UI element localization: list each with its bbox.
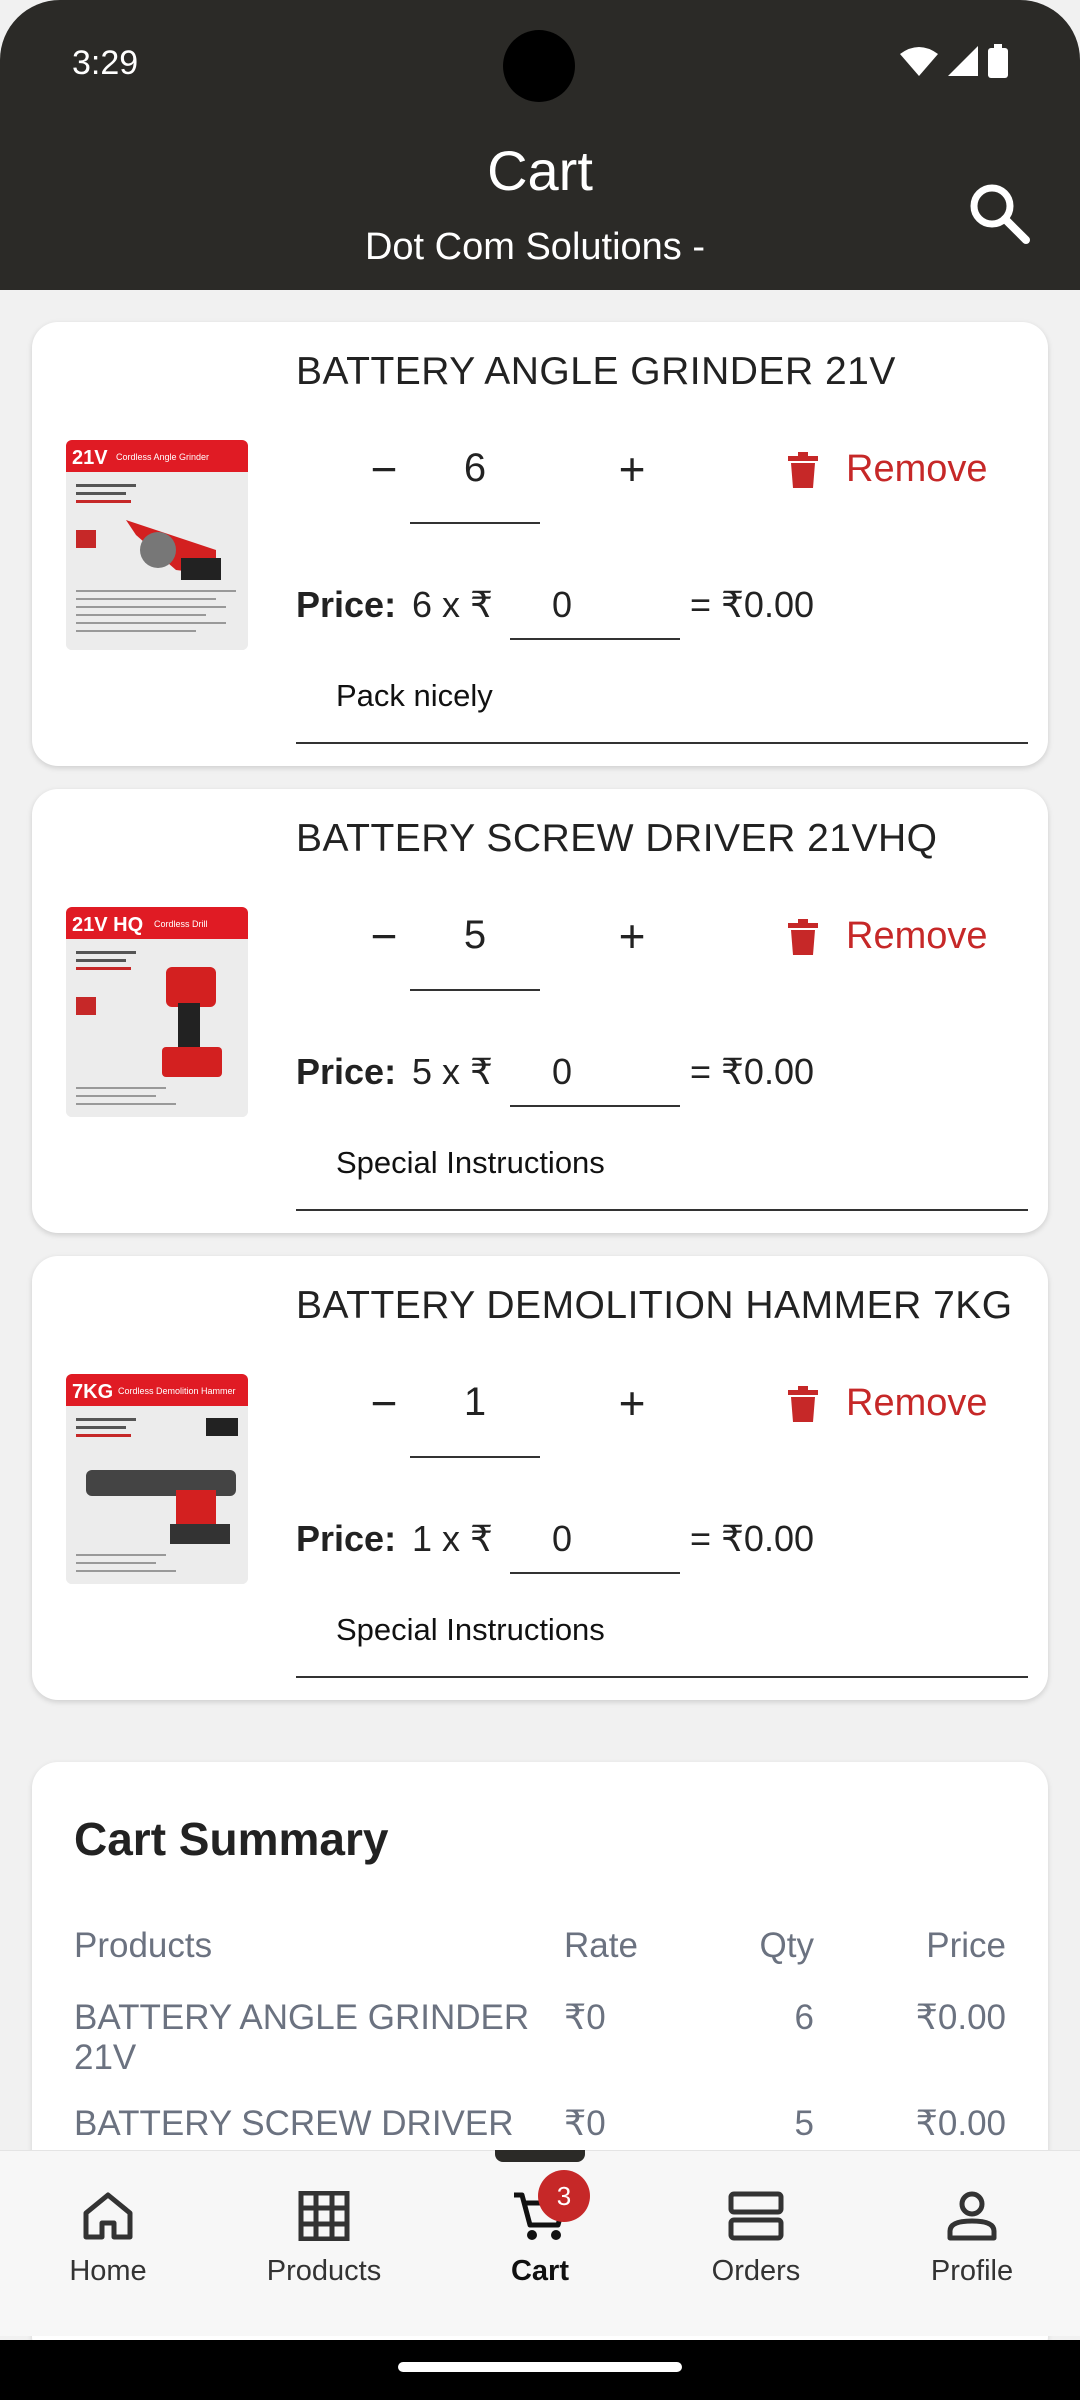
- nav-orders-label: Orders: [711, 2255, 801, 2287]
- price-field[interactable]: 0: [510, 584, 680, 626]
- decrease-qty-button[interactable]: −: [354, 909, 414, 963]
- quantity-field[interactable]: 1: [410, 1380, 540, 1425]
- product-image-caption: Cordless Angle Grinder: [116, 452, 209, 462]
- header-rate: Rate: [564, 1926, 638, 1965]
- trash-icon: [788, 451, 818, 488]
- summary-rate: ₹0: [564, 2104, 606, 2143]
- bottom-navigation: Home Products Cart Orders Profile: [0, 2150, 1080, 2336]
- product-image-badge: 21V HQ: [72, 914, 143, 936]
- instructions-underline: [296, 742, 1028, 744]
- summary-product: BATTERY ANGLE GRINDER 21V: [74, 1998, 530, 2077]
- product-image[interactable]: 7KG Cordless Demolition Hammer: [66, 1374, 248, 1584]
- product-name: BATTERY SCREW DRIVER 21VHQ: [296, 817, 938, 860]
- header-qty: Qty: [759, 1926, 814, 1965]
- trash-icon: [788, 918, 818, 955]
- quantity-underline: [410, 522, 540, 524]
- increase-qty-button[interactable]: +: [602, 442, 662, 496]
- product-image[interactable]: 21V Cordless Angle Grinder: [66, 440, 248, 650]
- summary-price: ₹0.00: [915, 1998, 1006, 2037]
- quantity-underline: [410, 1456, 540, 1458]
- person-icon: [947, 2191, 997, 2241]
- cart-screen: 3:29 Cart Dot Com Solutions - 21V Cordle…: [0, 0, 1080, 2340]
- instructions-field[interactable]: Pack nicely: [336, 678, 493, 714]
- quantity-field[interactable]: 5: [410, 913, 540, 958]
- increase-qty-button[interactable]: +: [602, 1376, 662, 1430]
- cart-item-card: 7KG Cordless Demolition Hammer BATTERY D…: [32, 1256, 1048, 1700]
- instructions-field[interactable]: Special Instructions: [336, 1612, 605, 1648]
- quantity-field[interactable]: 6: [410, 446, 540, 491]
- increase-qty-button[interactable]: +: [602, 909, 662, 963]
- price-multiplier: 1 x ₹: [412, 1518, 493, 1559]
- price-field[interactable]: 0: [510, 1051, 680, 1093]
- summary-qty: 6: [794, 1998, 814, 2037]
- orders-icon: [728, 2191, 784, 2241]
- remove-label: Remove: [846, 915, 988, 957]
- summary-qty: 5: [794, 2104, 814, 2143]
- summary-rate: ₹0: [564, 1998, 606, 2037]
- wifi-icon: [900, 47, 938, 76]
- price-label: Price:: [296, 1051, 397, 1092]
- quantity-underline: [410, 989, 540, 991]
- instructions-underline: [296, 1676, 1028, 1678]
- product-name: BATTERY DEMOLITION HAMMER 7KG: [296, 1284, 1013, 1327]
- price-label: Price:: [296, 584, 397, 625]
- nav-home-label: Home: [69, 2255, 147, 2287]
- price-underline: [510, 1572, 680, 1574]
- instructions-field[interactable]: Special Instructions: [336, 1145, 605, 1181]
- cart-count-badge: 3: [538, 2170, 590, 2222]
- remove-label: Remove: [846, 1382, 988, 1424]
- instructions-underline: [296, 1209, 1028, 1211]
- nav-home[interactable]: Home: [8, 2191, 208, 2288]
- product-image-badge: 21V: [72, 447, 108, 469]
- remove-label: Remove: [846, 448, 988, 490]
- active-tab-indicator: [495, 2150, 585, 2162]
- nav-profile-label: Profile: [930, 2255, 1014, 2287]
- nav-orders[interactable]: Orders: [656, 2191, 856, 2288]
- cart-item-card: 21V HQ Cordless Drill BATTERY SCREW DRIV…: [32, 789, 1048, 1233]
- header-products: Products: [74, 1926, 213, 1965]
- summary-price: ₹0.00: [915, 2104, 1006, 2143]
- grid-icon: [298, 2191, 350, 2241]
- page-title: Cart: [487, 139, 593, 202]
- home-icon: [83, 2192, 133, 2240]
- page-subtitle: Dot Com Solutions -: [364, 226, 705, 268]
- product-image-caption: Cordless Demolition Hammer: [118, 1386, 236, 1396]
- price-label: Price:: [296, 1518, 397, 1559]
- summary-product: BATTERY SCREW DRIVER: [74, 2104, 514, 2143]
- price-total: = ₹0.00: [690, 1051, 814, 1092]
- product-name: BATTERY ANGLE GRINDER 21V: [296, 350, 896, 393]
- summary-title: Cart Summary: [74, 1813, 389, 1865]
- nav-cart-label: Cart: [510, 2255, 569, 2287]
- signal-icon: [948, 46, 978, 76]
- trash-icon: [788, 1385, 818, 1422]
- remove-button[interactable]: Remove: [788, 1382, 988, 1425]
- remove-button[interactable]: Remove: [788, 915, 988, 958]
- app-bar: 3:29 Cart Dot Com Solutions -: [0, 0, 1080, 290]
- home-indicator[interactable]: [398, 2362, 682, 2372]
- price-multiplier: 5 x ₹: [412, 1051, 493, 1092]
- product-image-caption: Cordless Drill: [154, 919, 208, 929]
- remove-button[interactable]: Remove: [788, 448, 988, 491]
- price-underline: [510, 1105, 680, 1107]
- price-field[interactable]: 0: [510, 1518, 680, 1560]
- status-icons: [900, 44, 1008, 78]
- status-time: 3:29: [72, 44, 139, 82]
- decrease-qty-button[interactable]: −: [354, 442, 414, 496]
- search-icon[interactable]: [966, 180, 1032, 246]
- cart-item-card: 21V Cordless Angle Grinder BATTERY ANGLE…: [32, 322, 1048, 766]
- price-multiplier: 6 x ₹: [412, 584, 493, 625]
- product-image-badge: 7KG: [72, 1381, 113, 1403]
- nav-products[interactable]: Products: [224, 2191, 424, 2288]
- price-underline: [510, 638, 680, 640]
- battery-icon: [988, 44, 1008, 78]
- decrease-qty-button[interactable]: −: [354, 1376, 414, 1430]
- camera-cutout: [503, 30, 575, 102]
- price-total: = ₹0.00: [690, 584, 814, 625]
- header-price: Price: [926, 1926, 1006, 1965]
- nav-profile[interactable]: Profile: [872, 2191, 1072, 2288]
- price-total: = ₹0.00: [690, 1518, 814, 1559]
- product-image[interactable]: 21V HQ Cordless Drill: [66, 907, 248, 1117]
- nav-products-label: Products: [266, 2255, 382, 2287]
